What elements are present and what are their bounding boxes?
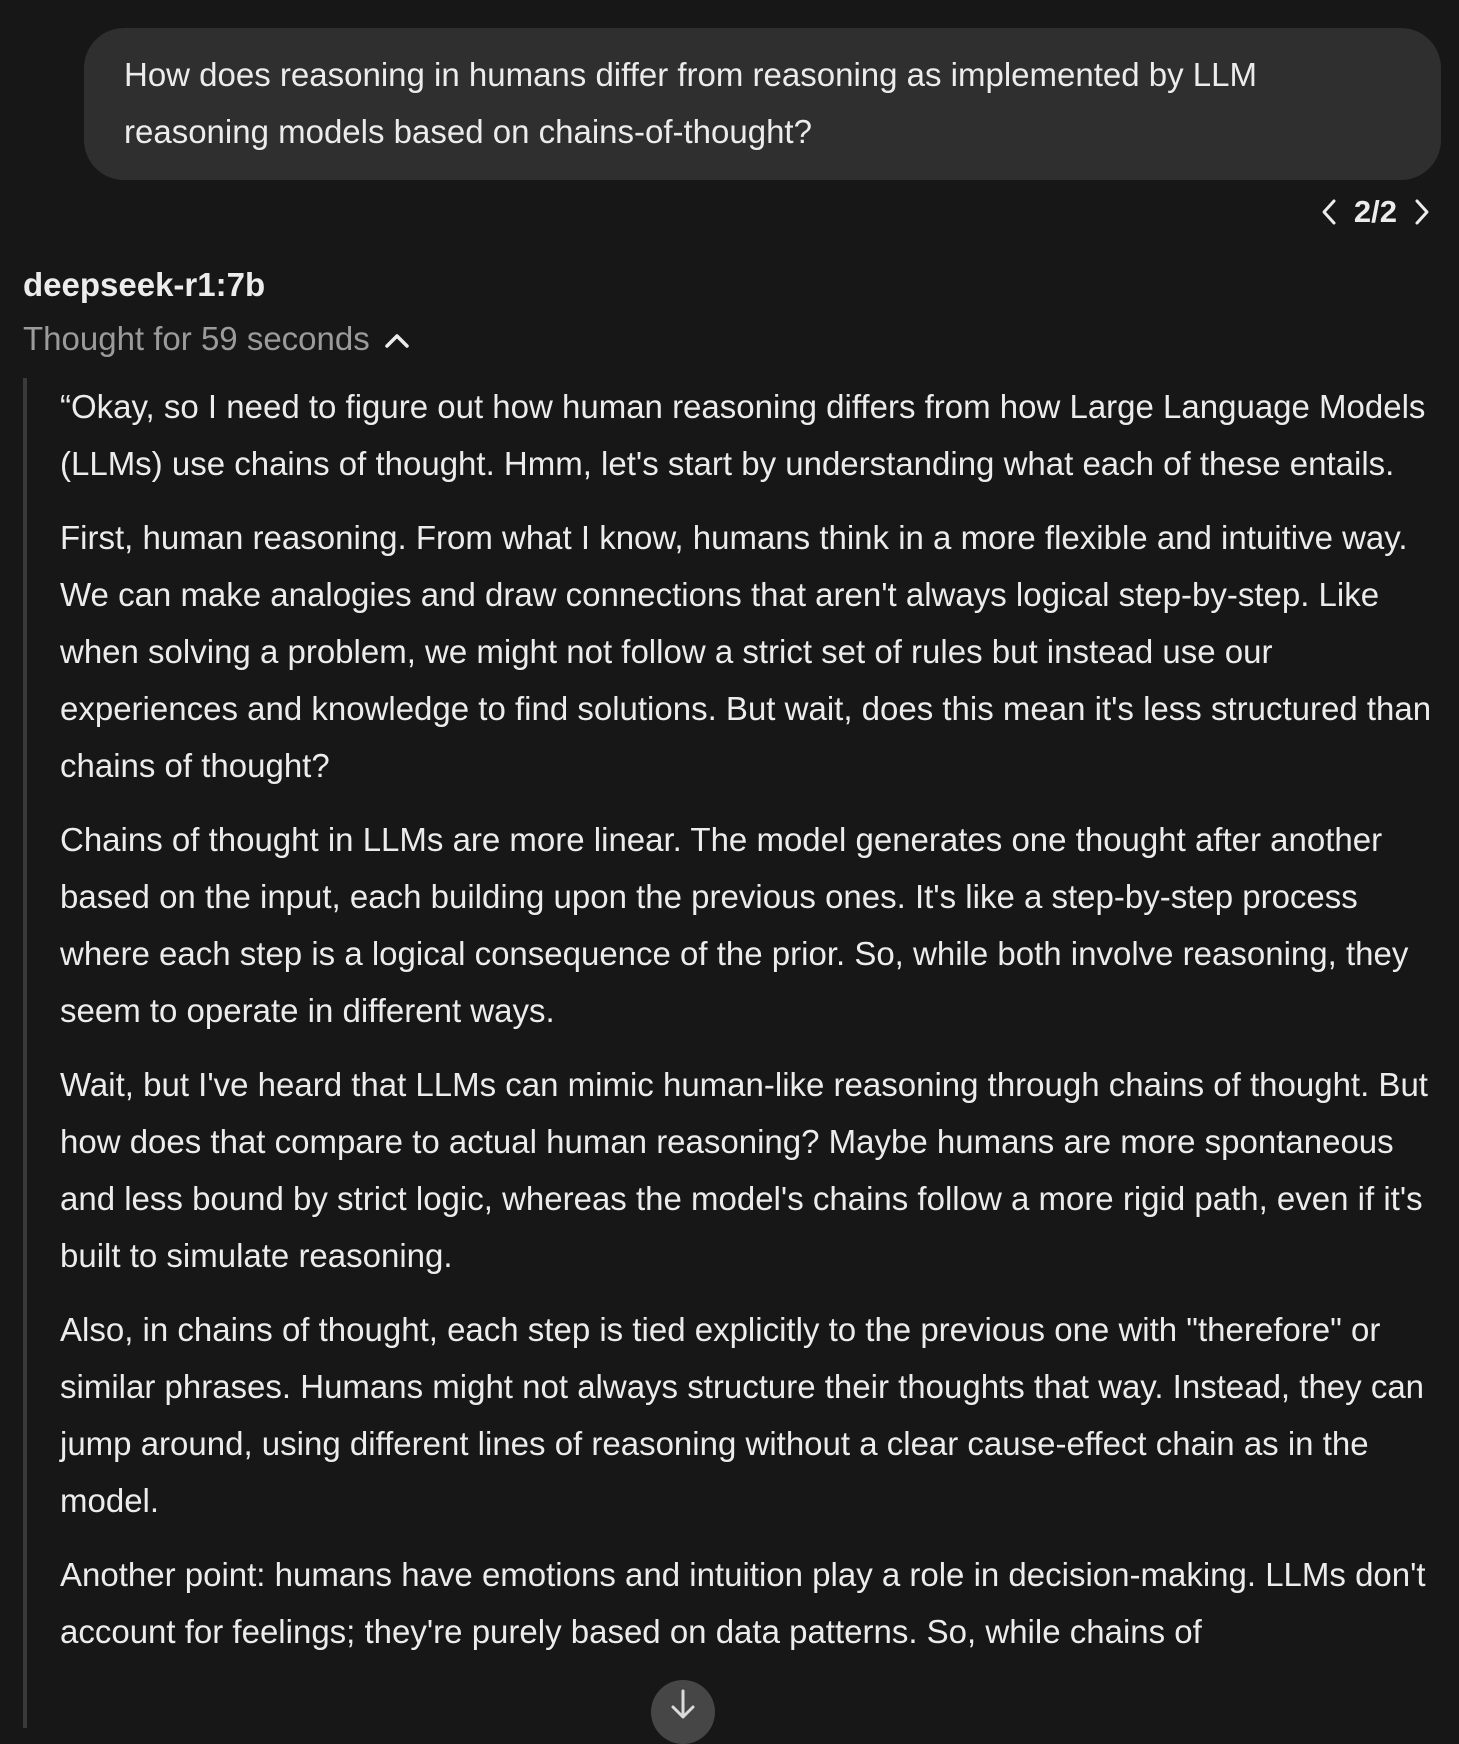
thought-paragraph: First, human reasoning. From what I know…: [60, 519, 1432, 784]
user-message-text: How does reasoning in humans differ from…: [124, 56, 1257, 150]
arrow-down-icon: [668, 1688, 698, 1727]
thought-content: “Okay, so I need to figure out how human…: [23, 378, 1443, 1728]
scroll-to-bottom-button[interactable]: [651, 1680, 715, 1744]
chevron-left-icon[interactable]: [1316, 195, 1342, 229]
thought-paragraph: “Okay, so I need to figure out how human…: [60, 388, 1426, 482]
thought-paragraph: Chains of thought in LLMs are more linea…: [60, 821, 1409, 1029]
response-pager: 2/2: [1316, 192, 1435, 232]
thought-paragraph: Another point: humans have emotions and …: [60, 1556, 1426, 1650]
chevron-up-icon: [384, 320, 410, 358]
thought-toggle[interactable]: Thought for 59 seconds: [23, 320, 410, 358]
thought-toggle-label: Thought for 59 seconds: [23, 320, 370, 357]
chevron-right-icon[interactable]: [1409, 195, 1435, 229]
thought-paragraph: Wait, but I've heard that LLMs can mimic…: [60, 1066, 1428, 1274]
user-message-bubble: How does reasoning in humans differ from…: [84, 28, 1441, 180]
pager-label: 2/2: [1353, 194, 1397, 229]
model-name: deepseek-r1:7b: [23, 266, 266, 303]
thought-paragraph: Also, in chains of thought, each step is…: [60, 1311, 1425, 1519]
